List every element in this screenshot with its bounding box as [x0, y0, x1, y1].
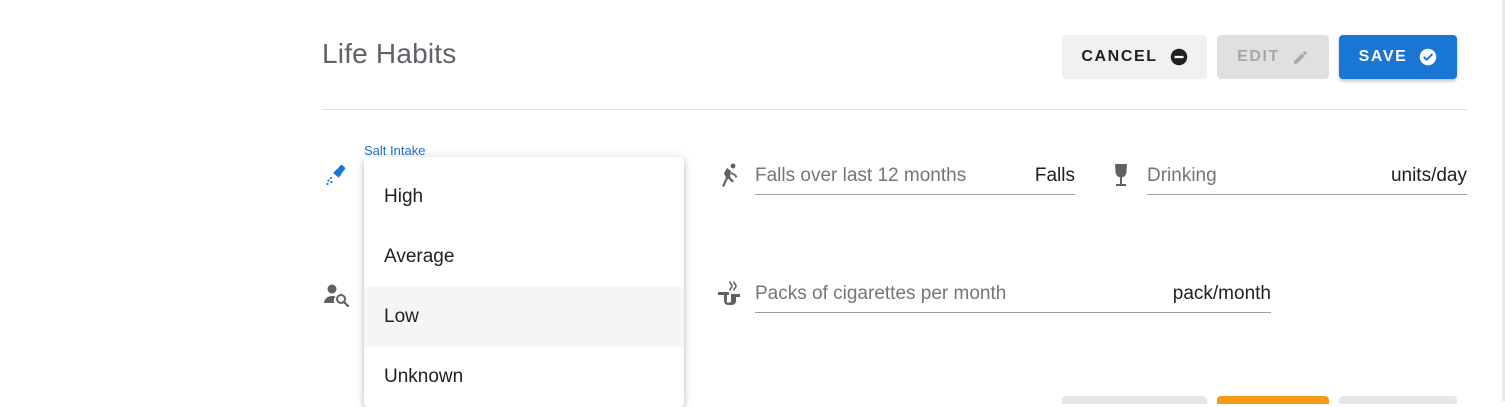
drinking-unit: units/day: [1390, 165, 1467, 186]
menu-option-low[interactable]: Low: [364, 287, 684, 347]
salt-intake-dropdown-menu: High Average Low Unknown: [364, 157, 684, 407]
bottom-button-2[interactable]: [1217, 396, 1329, 404]
save-button[interactable]: SAVE: [1339, 35, 1457, 79]
edit-button-label: EDIT: [1237, 48, 1280, 65]
bottom-button-3[interactable]: [1339, 396, 1457, 404]
save-button-label: SAVE: [1358, 48, 1408, 65]
check-circle-icon: [1420, 48, 1437, 66]
edit-button[interactable]: EDIT: [1217, 35, 1329, 79]
header-divider: [322, 109, 1467, 110]
menu-option-unknown[interactable]: Unknown: [364, 347, 684, 407]
page-title: Life Habits: [322, 38, 457, 69]
bottom-button-1[interactable]: [1062, 396, 1207, 404]
menu-option-high[interactable]: High: [364, 167, 684, 227]
wine-glass-icon: [1115, 164, 1127, 186]
cancel-button[interactable]: CANCEL: [1062, 35, 1207, 79]
pencil-icon: [1294, 50, 1307, 64]
minus-circle-icon: [1170, 48, 1187, 66]
falling-person-icon: [722, 163, 738, 187]
pipe-icon: [718, 281, 740, 305]
cancel-button-label: CANCEL: [1081, 48, 1158, 65]
falls-field[interactable]: Falls over last 12 months Falls: [755, 165, 1075, 195]
drinking-field[interactable]: Drinking units/day: [1147, 165, 1467, 195]
salt-shaker-icon: [326, 164, 346, 186]
falls-placeholder: Falls over last 12 months: [755, 165, 967, 186]
drinking-placeholder: Drinking: [1147, 165, 1217, 186]
menu-option-average[interactable]: Average: [364, 227, 684, 287]
person-search-icon: [324, 284, 350, 307]
falls-unit: Falls: [1034, 165, 1075, 186]
cigarettes-unit: pack/month: [1172, 283, 1271, 304]
cigarettes-placeholder: Packs of cigarettes per month: [755, 283, 1007, 304]
cigarettes-field[interactable]: Packs of cigarettes per month pack/month: [755, 283, 1271, 313]
salt-intake-label: Salt Intake: [364, 143, 426, 158]
